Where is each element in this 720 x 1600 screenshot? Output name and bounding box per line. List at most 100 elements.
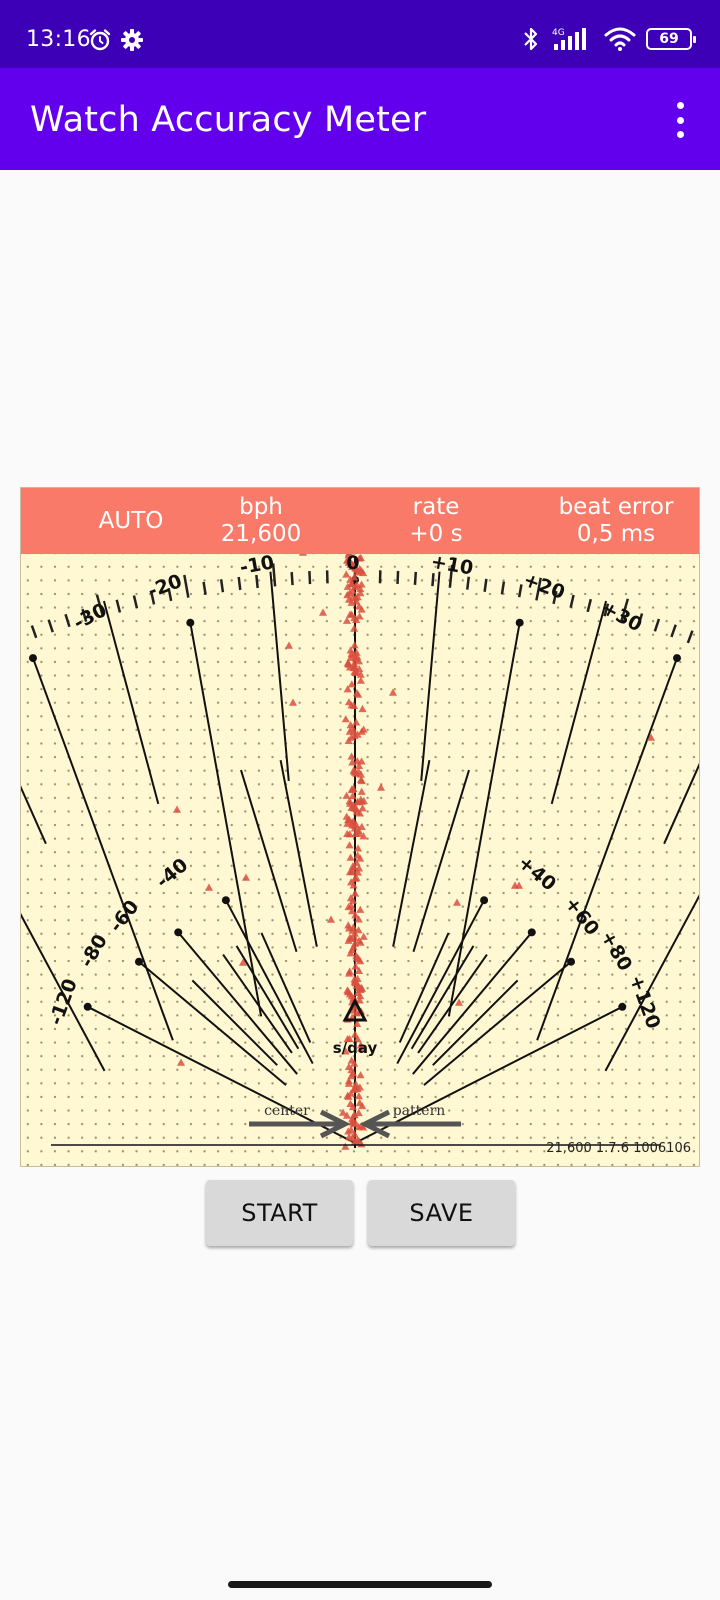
scale-tick [670,624,677,638]
beat-marker [344,921,353,929]
overflow-dot [676,116,684,124]
meter-dial: -120-80-60-40-30-20-10 0 +10+20+30+40+60+8… [21,488,699,1150]
overflow-dot [676,102,684,109]
scale-label: +40 [514,851,561,895]
scale-label: +10 [429,551,475,580]
deviation-major-dot [134,957,143,966]
scale-tick [483,578,488,593]
save-button[interactable]: SAVE [368,1180,515,1246]
beat-marker [350,641,359,649]
rate-readout: rate +0 s [391,494,481,548]
scale-tick [290,571,294,586]
beat-marker [356,905,365,913]
mode-label: AUTO [98,508,164,534]
beat-marker [176,1058,186,1066]
meter-info-text: 21,600 1.7.6 1006106 [546,1141,691,1156]
scale-tick [255,574,259,589]
scale-tick [686,630,694,644]
deviation-major-dot [174,928,183,937]
battery-icon: 69 [646,28,696,50]
app-bar: Watch Accuracy Meter [0,68,720,170]
deviation-major-line [138,960,287,1086]
scale-label: -40 [152,854,192,893]
scale-tick [586,598,593,613]
beat-marker [346,853,355,861]
gear-icon [121,29,143,51]
scale-tick [500,581,506,595]
scale-tick [115,599,122,613]
deviation-major-line [412,931,533,1075]
scale-label: +60 [560,893,603,940]
unit-label: s/day [333,1039,378,1057]
rate-major-dot [673,654,682,663]
home-indicator[interactable] [228,1581,492,1588]
deviation-major-line [396,899,485,1065]
rate-major-line [32,657,174,1041]
beat-marker [452,898,462,906]
scale-label: 0 [346,552,359,574]
beat-marker [350,624,359,632]
meter-header: AUTO bph 21,600 rate +0 s beat error 0,5… [21,488,699,554]
start-button[interactable]: START [206,1180,353,1246]
deviation-major-dot [618,1002,627,1011]
beat-marker [357,787,366,795]
scale-tick [202,581,207,595]
beat-error-readout: beat error 0,5 ms [541,494,691,548]
beat-marker [354,1092,364,1100]
status-bar: 13:16 4G 69 [0,0,720,68]
beat-marker [341,715,350,723]
rate-minor-line [269,571,290,781]
scale-label: +80 [596,927,636,975]
bph-readout: bph 21,600 [206,494,316,548]
cellular-signal-icon: 4G [552,28,586,50]
bph-label: bph [239,494,283,520]
beat-marker [338,1108,348,1116]
scale-tick [30,625,38,639]
pattern-label: pattern [393,1103,446,1119]
scale-label: -20 [145,570,185,602]
scale-tick [569,594,575,608]
scale-tick [413,571,418,585]
beat-marker [351,1080,360,1088]
rate-minor-line [420,571,441,781]
wifi-icon [604,27,636,51]
beat-marker [284,641,294,649]
beat-marker [345,841,354,849]
scale-tick [396,570,400,585]
rate-value: +0 s [409,521,463,547]
scale-label: -60 [105,896,143,937]
overflow-menu-button[interactable] [670,102,690,138]
beat-marker [326,915,336,923]
deviation-major-dot [567,957,576,966]
accuracy-meter-panel: -120 -80 -60 -40 -30 -20 -10 0 +10 +20 +30 +40 +60 +8… [20,487,700,1167]
scale-label: +30 [598,597,646,636]
scale-tick [431,573,435,587]
beat-marker [241,873,251,881]
beat-marker [172,805,182,813]
rate-label: rate [412,494,460,520]
scale-tick [47,619,54,633]
deviation-major-dot [480,896,489,905]
beat-marker [351,1030,360,1038]
center-label: center [264,1103,310,1119]
alarm-icon [89,29,111,51]
beat-error-label: beat error [558,494,674,520]
beat-marker [356,1071,365,1079]
deviation-major-dot [83,1002,92,1011]
rate-major-line [536,657,678,1041]
beat-marker [358,704,367,713]
scale-tick [237,576,242,591]
deviation-major-line [225,899,314,1065]
beat-marker [359,932,368,940]
beat-marker [388,688,398,696]
beat-error-value: 0,5 ms [576,521,656,547]
beat-marker [341,1142,350,1150]
rate-major-dot [28,654,37,663]
scale-tick [219,579,225,593]
beat-marker [376,783,386,791]
deviation-major-dot [527,928,536,937]
scale-tick [183,574,190,598]
beat-marker [351,889,360,897]
beat-marker [352,718,361,726]
deviation-major-line [423,960,572,1086]
